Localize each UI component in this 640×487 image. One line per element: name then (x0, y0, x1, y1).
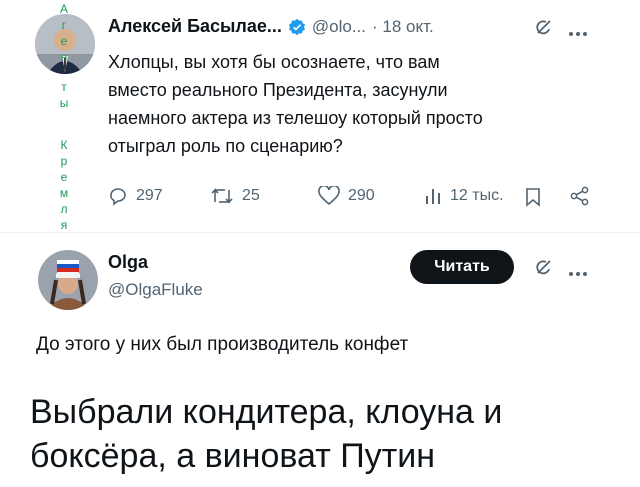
grok-icon[interactable] (534, 257, 554, 282)
verified-icon (288, 18, 306, 36)
reply-icon (110, 188, 126, 206)
like-count: 290 (348, 187, 375, 204)
reply-button[interactable]: 297 (108, 186, 163, 206)
caption-line: Выбрали кондитера, клоуна и (30, 393, 503, 431)
watermark-letter: т (61, 80, 67, 94)
views-button[interactable]: 12 тыс. (424, 186, 504, 206)
tweet-text-line: наемного актера из телешоу который прост… (108, 108, 483, 128)
tweet-1-text: Хлопцы, вы хотя бы осознаете, что вам вм… (108, 48, 578, 160)
retweet-count: 25 (242, 187, 260, 204)
author-avatar[interactable] (38, 250, 98, 310)
views-icon (426, 189, 440, 204)
reply-count: 297 (136, 187, 163, 204)
more-icon[interactable] (568, 264, 588, 282)
watermark-letter: я (60, 218, 68, 232)
tweet-text-line: Хлопцы, вы хотя бы осознаете, что вам (108, 52, 440, 72)
watermark-letter: л (60, 202, 68, 216)
watermark-letter: К (60, 138, 68, 152)
author-name[interactable]: Olga (108, 252, 148, 273)
follow-button-label: Читать (434, 258, 490, 275)
tweet-2-text: До этого у них был производитель конфет (36, 334, 409, 355)
more-icon[interactable] (568, 24, 588, 42)
grok-icon[interactable] (534, 17, 554, 42)
tweet-time[interactable]: · 18 окт. (372, 17, 434, 37)
watermark-letter: ы (59, 96, 69, 110)
bookmark-icon[interactable] (524, 187, 542, 212)
watermark-letter: г (61, 18, 67, 32)
like-icon (318, 186, 340, 206)
tweet-1-header: Алексей Басылае... @olo... · 18 окт. (108, 16, 434, 37)
watermark-letter: м (59, 186, 69, 200)
caption-line: боксёра, а виноват Путин (30, 437, 435, 475)
watermark-letter: А (59, 2, 68, 16)
divider (0, 232, 640, 233)
like-button[interactable]: 290 (318, 186, 375, 206)
tweet-text-line: отыграл роль по сценарию? (108, 136, 343, 156)
watermark-letter: е (60, 170, 68, 184)
watermark-letter: е (60, 34, 68, 48)
watermark-letter: н (60, 50, 68, 64)
tweet-text-line: вместо реального Президента, засунули (108, 80, 448, 100)
retweet-icon (211, 188, 233, 204)
retweet-button[interactable]: 25 (210, 186, 260, 206)
author-name[interactable]: Алексей Басылае... (108, 16, 282, 37)
watermark-letter: р (60, 154, 68, 168)
caption-text: Выбрали кондитера, клоуна и боксёра, а в… (30, 390, 630, 478)
views-count: 12 тыс. (450, 187, 504, 204)
author-handle[interactable]: @OlgaFluke (108, 280, 203, 300)
author-handle[interactable]: @olo... (312, 17, 366, 37)
follow-button[interactable]: Читать (410, 250, 514, 284)
share-icon[interactable] (570, 186, 590, 211)
